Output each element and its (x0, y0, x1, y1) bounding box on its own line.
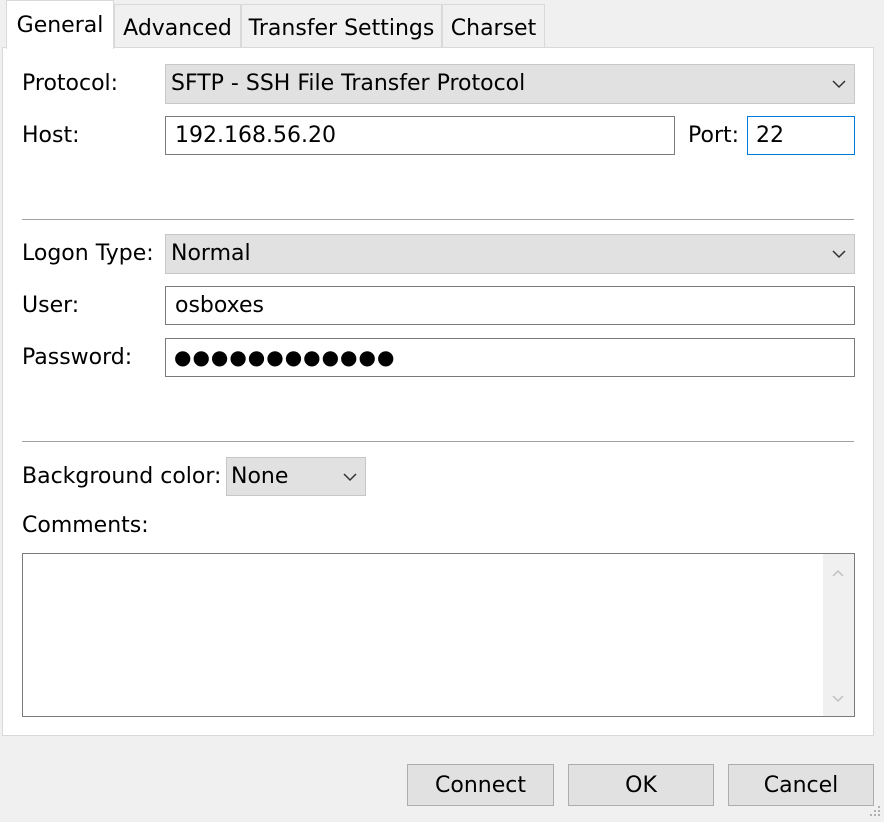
background-color-value: None (231, 464, 289, 489)
protocol-label: Protocol: (22, 71, 119, 96)
section-divider (22, 219, 854, 220)
tab-transfer-settings[interactable]: Transfer Settings (241, 4, 442, 47)
protocol-value: SFTP - SSH File Transfer Protocol (171, 71, 526, 96)
protocol-dropdown[interactable]: SFTP - SSH File Transfer Protocol (165, 64, 855, 104)
scroll-down-arrow-icon[interactable] (830, 690, 846, 706)
comments-label: Comments: (22, 513, 149, 538)
host-input[interactable]: 192.168.56.20 (165, 116, 675, 155)
user-input[interactable]: osboxes (165, 286, 855, 325)
tab-strip: General Advanced Transfer Settings Chars… (0, 0, 884, 49)
port-label: Port: (688, 123, 740, 148)
logon-type-dropdown[interactable]: Normal (165, 234, 855, 274)
tab-advanced[interactable]: Advanced (114, 4, 241, 47)
chevron-down-icon (832, 250, 846, 259)
password-input[interactable]: ●●●●●●●●●●●● (165, 338, 855, 377)
password-label: Password: (22, 345, 133, 370)
scroll-up-arrow-icon[interactable] (830, 566, 846, 582)
logon-type-value: Normal (171, 241, 251, 266)
comments-scrollbar[interactable] (823, 554, 854, 716)
port-input[interactable]: 22 (747, 116, 855, 155)
ok-button[interactable]: OK (568, 764, 714, 806)
background-color-dropdown[interactable]: None (226, 457, 366, 496)
comments-textarea[interactable] (22, 553, 855, 717)
tab-charset[interactable]: Charset (442, 4, 545, 47)
logon-type-label: Logon Type: (22, 241, 154, 266)
user-label: User: (22, 293, 80, 318)
resize-grip-icon[interactable] (866, 802, 882, 818)
cancel-button[interactable]: Cancel (728, 764, 874, 806)
host-label: Host: (22, 123, 80, 148)
section-divider (22, 441, 854, 442)
connect-button[interactable]: Connect (407, 764, 554, 806)
background-color-label: Background color: (22, 464, 222, 489)
chevron-down-icon (343, 473, 357, 482)
tab-general[interactable]: General (6, 0, 114, 49)
chevron-down-icon (832, 80, 846, 89)
